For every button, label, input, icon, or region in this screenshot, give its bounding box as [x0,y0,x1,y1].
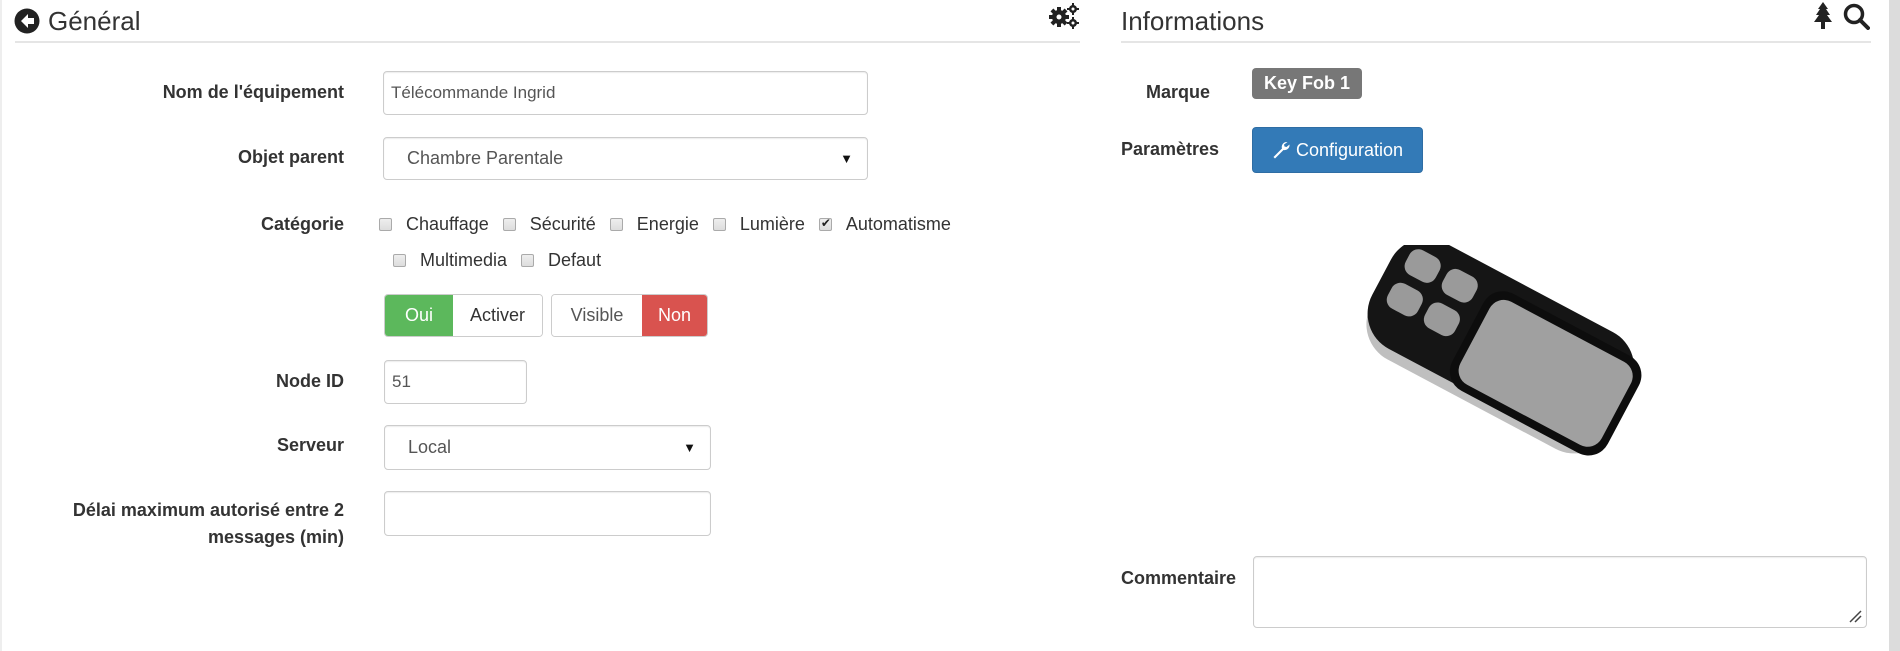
tree-icon[interactable] [1811,2,1835,30]
server-select[interactable]: Local ▼ [384,425,711,470]
checkbox[interactable] [521,254,535,267]
section-title-informations: Informations [1121,6,1265,36]
configuration-button[interactable]: Configuration [1252,127,1423,173]
category-chauffage[interactable]: Chauffage [379,214,489,235]
enable-yes-button[interactable]: Oui [385,295,453,336]
category-label-text: Automatisme [845,214,951,234]
parent-object-value: Chambre Parentale [407,148,564,168]
checkbox[interactable] [712,218,726,231]
name-label: Nom de l'équipement [162,82,344,102]
general-divider [15,41,1080,43]
checkbox[interactable] [379,218,392,231]
visible-toggle[interactable]: Visible Non [551,294,708,337]
category-multimedia[interactable]: Multimedia [393,250,507,271]
comment-textarea[interactable] [1253,556,1867,628]
category-row-2: Multimedia Defaut [393,247,615,274]
category-row-1: Chauffage Sécurité Energie Lumière Autom… [379,211,965,238]
category-label-text: Multimedia [420,250,508,270]
brand-badge: Key Fob 1 [1252,68,1362,99]
category-label-text: Defaut [548,250,602,270]
category-securite[interactable]: Sécurité [502,214,596,235]
checkbox-checked[interactable] [818,216,832,231]
checkbox[interactable] [502,218,516,231]
category-automatisme[interactable]: Automatisme [818,214,951,235]
chevron-down-icon: ▼ [683,440,696,455]
category-label-text: Chauffage [406,214,489,234]
enable-label-button[interactable]: Activer [453,295,542,336]
informations-divider [1121,41,1871,43]
comment-label: Commentaire [1121,568,1237,588]
panel-left-border [0,0,2,651]
server-value: Local [408,437,452,457]
checkbox[interactable] [393,254,406,267]
equipment-name-input[interactable]: Télécommande Ingrid [383,71,868,115]
category-label: Catégorie [260,214,344,234]
delay-input[interactable] [384,491,711,536]
parent-object-select[interactable]: Chambre Parentale ▼ [383,137,868,180]
parent-label: Objet parent [237,147,344,167]
brand-label: Marque [1145,82,1210,102]
category-energie[interactable]: Energie [609,214,699,235]
node-id-label: Node ID [275,371,344,391]
search-icon[interactable] [1843,3,1870,30]
category-lumiere[interactable]: Lumière [712,214,805,235]
visible-label-button[interactable]: Visible [552,295,642,336]
equipment-name-value: Télécommande Ingrid [391,83,556,102]
node-id-input[interactable]: 51 [384,360,527,404]
params-label: Paramètres [1121,139,1220,159]
scrollbar[interactable] [1889,0,1900,651]
chevron-down-icon: ▼ [840,151,853,166]
category-label-text: Lumière [739,214,805,234]
category-label-text: Energie [636,214,699,234]
delay-label-line1: Délai maximum autorisé entre 2 [72,500,344,520]
node-id-value: 51 [392,372,411,391]
cogs-icon[interactable] [1048,2,1080,30]
device-image [1330,238,1660,475]
checkbox[interactable] [609,218,623,231]
configuration-button-label: Configuration [1295,139,1404,160]
server-label: Serveur [276,435,344,455]
section-title-general: Général [48,6,141,36]
delay-label-line2: messages (min) [207,527,344,547]
category-defaut[interactable]: Defaut [521,250,601,271]
resize-handle-icon[interactable] [1848,609,1862,623]
category-label-text: Sécurité [529,214,596,234]
enable-toggle[interactable]: Oui Activer [384,294,543,337]
wrench-icon [1272,141,1290,159]
back-icon[interactable] [14,8,40,34]
visible-no-button[interactable]: Non [642,295,707,336]
